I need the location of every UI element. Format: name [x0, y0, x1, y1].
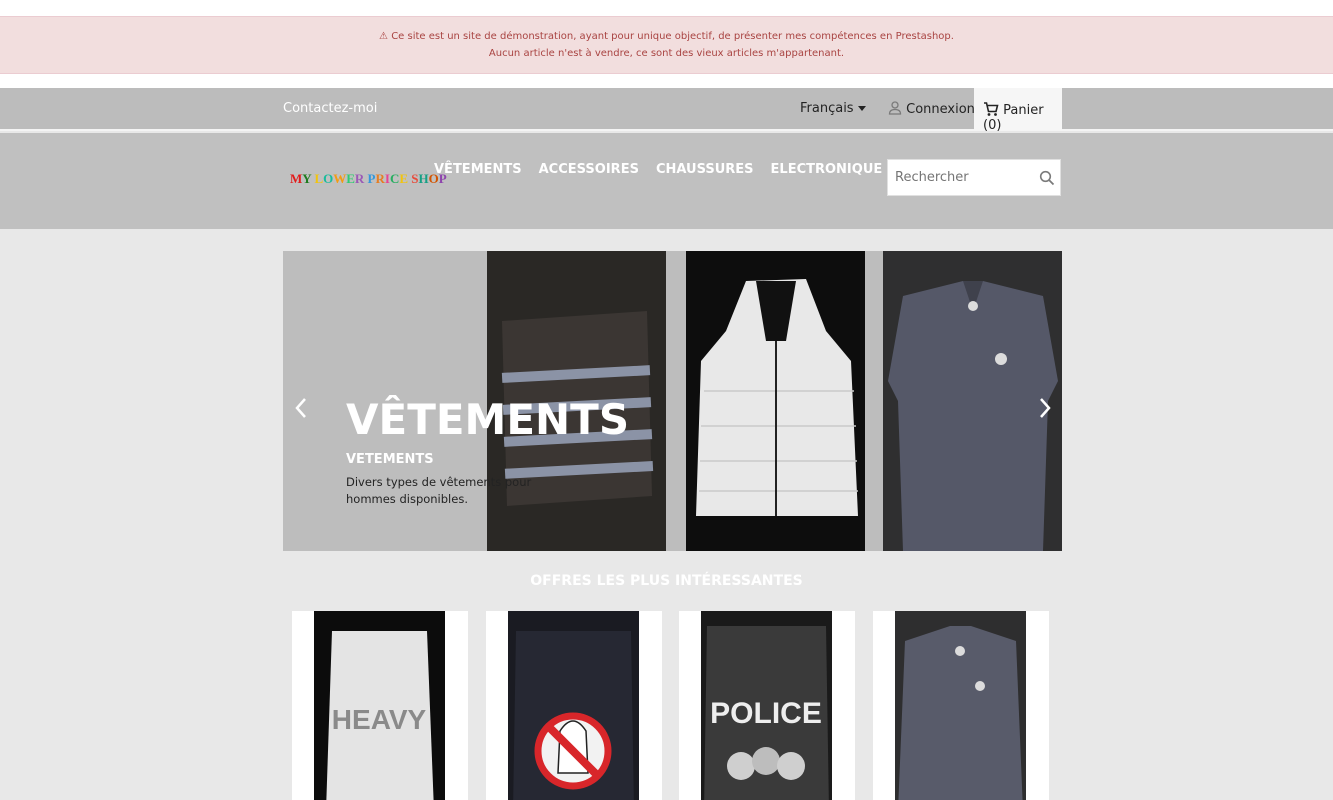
product-image-grey-shirt: [895, 611, 1026, 800]
menu-item-vetements[interactable]: VÊTEMENTS: [434, 162, 522, 177]
menu-item-chaussures[interactable]: CHAUSSURES: [656, 162, 754, 177]
menu-item-accessoires[interactable]: ACCESSOIRES: [539, 162, 639, 177]
menu-item-electronique[interactable]: ELECTRONIQUE: [771, 162, 883, 177]
top-strip: [0, 0, 1333, 16]
caret-down-icon: [857, 106, 866, 111]
banner-gap: [0, 74, 1333, 88]
search-icon[interactable]: [1039, 170, 1055, 186]
shop-logo[interactable]: MY LOWER PRICE SHOP: [290, 171, 447, 187]
slide-caption: VÊTEMENTS VETEMENTS Divers types de vête…: [346, 395, 630, 508]
slider-prev-chevron-icon[interactable]: [293, 396, 309, 420]
cart-icon: [984, 102, 999, 116]
product-card[interactable]: [486, 611, 662, 800]
heavy-print: HEAVY: [332, 704, 427, 735]
notice-line-1: ⚠ Ce site est un site de démonstration, …: [379, 31, 954, 42]
slide-title: VÊTEMENTS: [346, 395, 630, 444]
slide-photo-grey-shirt: [883, 251, 1062, 551]
product-card[interactable]: [873, 611, 1049, 800]
slide-description: Divers types de vêtements pour hommes di…: [346, 475, 532, 506]
police-print: POLICE: [710, 697, 822, 730]
contact-link[interactable]: Contactez-moi: [283, 101, 377, 116]
search-box: [887, 159, 1061, 196]
language-selector[interactable]: Français: [800, 101, 866, 116]
slide-photo-white-vest: [686, 251, 865, 551]
top-navbar: Contactez-moi Français Connexion Panier …: [0, 88, 1333, 133]
demo-notice-banner: ⚠ Ce site est un site de démonstration, …: [0, 16, 1333, 74]
search-input[interactable]: [888, 160, 1028, 195]
login-label: Connexion: [906, 102, 975, 117]
product-image-police-tshirt: POLICE: [701, 611, 832, 800]
product-image-heavy-tshirt: HEAVY: [314, 611, 445, 800]
notice-line-2: Aucun article n'est à vendre, ce sont de…: [488, 48, 845, 59]
language-label: Français: [800, 101, 854, 116]
main-menu: VÊTEMENTS ACCESSOIRES CHAUSSURES ELECTRO…: [434, 162, 882, 177]
product-image-ghostbusters-tshirt: [508, 611, 639, 800]
hero-slider: VÊTEMENTS VETEMENTS Divers types de vête…: [283, 251, 1062, 551]
login-link[interactable]: Connexion: [888, 101, 975, 117]
featured-section-title: OFFRES LES PLUS INTÉRESSANTES: [530, 573, 803, 589]
product-card[interactable]: HEAVY: [292, 611, 468, 800]
main-header: MY LOWER PRICE SHOP VÊTEMENTS ACCESSOIRE…: [0, 133, 1333, 229]
slider-next-chevron-icon[interactable]: [1037, 396, 1053, 420]
user-icon: [888, 101, 902, 115]
cart-button[interactable]: Panier (0): [974, 88, 1062, 133]
product-card[interactable]: POLICE: [679, 611, 855, 800]
slide-subtitle: VETEMENTS: [346, 452, 434, 467]
